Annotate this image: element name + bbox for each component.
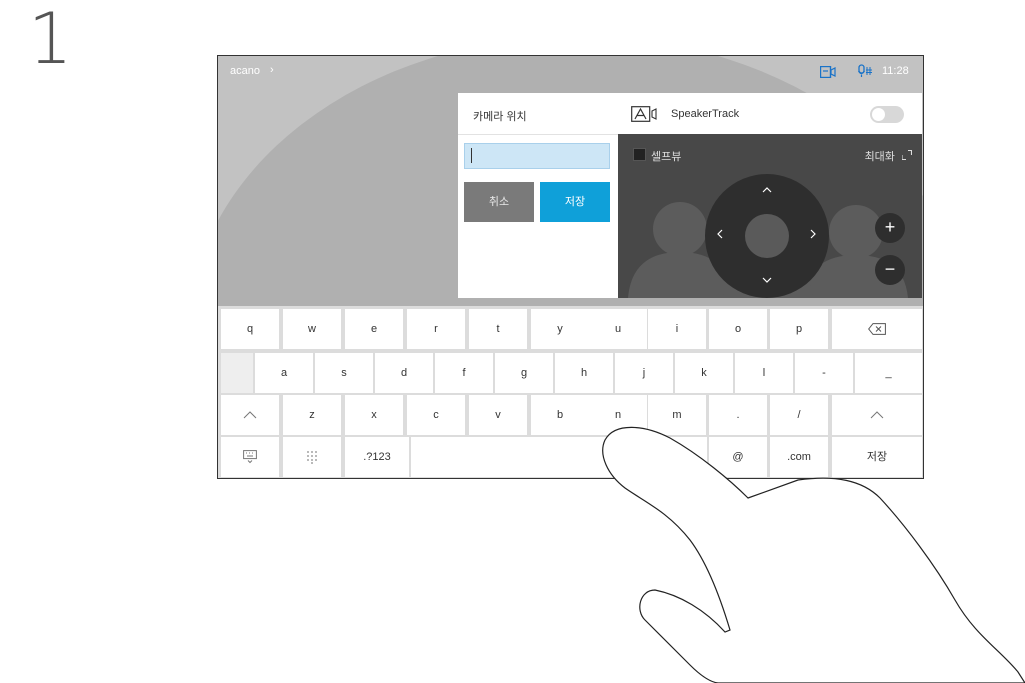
dpad-right-button[interactable] <box>803 228 823 242</box>
maximize-label: 최대화 <box>864 151 895 163</box>
dpad-left-button[interactable] <box>710 228 730 242</box>
backspace-icon <box>868 323 886 335</box>
clock: 11:28 <box>882 65 909 77</box>
toggle-knob <box>872 108 885 121</box>
device-screen: acano › 11:28 카메라 위치 취소 저장 SpeakerTrack … <box>217 55 924 479</box>
key-b[interactable]: b <box>531 395 589 435</box>
zoom-in-button[interactable]: + <box>875 213 905 243</box>
save-button[interactable]: 저장 <box>540 182 610 222</box>
text-caret <box>471 148 472 163</box>
key-j[interactable]: j <box>615 353 673 393</box>
dial-grid-icon <box>307 451 317 464</box>
key-s[interactable]: s <box>315 353 373 393</box>
key-l[interactable]: l <box>735 353 793 393</box>
dpad-up-button[interactable] <box>757 182 777 196</box>
key-slash[interactable]: / <box>770 395 828 435</box>
cancel-button[interactable]: 취소 <box>464 182 534 222</box>
shift-icon <box>243 411 257 419</box>
camera-position-title: 카메라 위치 <box>473 111 527 123</box>
zoom-out-button[interactable]: − <box>875 255 905 285</box>
backspace-key[interactable] <box>832 309 922 349</box>
selfview-label: 셀프뷰 <box>651 151 682 163</box>
key-p[interactable]: p <box>770 309 828 349</box>
key-underscore[interactable]: _ <box>855 353 922 393</box>
camera-position-panel: 카메라 위치 취소 저장 <box>458 93 618 298</box>
key-c[interactable]: c <box>407 395 465 435</box>
key-i[interactable]: i <box>648 309 706 349</box>
brand-label[interactable]: acano <box>230 65 260 77</box>
numbers-key[interactable]: .?123 <box>345 437 409 477</box>
key-k[interactable]: k <box>675 353 733 393</box>
key-f[interactable]: f <box>435 353 493 393</box>
key-at[interactable]: @ <box>709 437 767 477</box>
key-hyphen[interactable]: - <box>795 353 853 393</box>
key-g[interactable]: g <box>495 353 553 393</box>
key-y[interactable]: y <box>531 309 589 349</box>
speakertrack-panel: SpeakerTrack 셀프뷰 최대화 + − <box>618 93 922 298</box>
key-period[interactable]: . <box>709 395 767 435</box>
speakertrack-icon <box>631 106 663 127</box>
speakertrack-header: SpeakerTrack <box>618 93 922 134</box>
key-z[interactable]: z <box>283 395 341 435</box>
status-bar: acano › 11:28 <box>218 56 923 88</box>
key-o[interactable]: o <box>709 309 767 349</box>
speakertrack-label: SpeakerTrack <box>671 108 740 120</box>
shift-key-left[interactable] <box>221 395 279 435</box>
key-n[interactable]: n <box>589 395 647 435</box>
key-e[interactable]: e <box>345 309 403 349</box>
key-m[interactable]: m <box>648 395 706 435</box>
preset-name-input[interactable] <box>464 143 610 169</box>
selfview-checkbox-box[interactable] <box>633 148 646 161</box>
maximize-button[interactable]: 최대화 <box>864 148 913 164</box>
key-a[interactable]: a <box>255 353 313 393</box>
divider <box>458 134 618 135</box>
key-spacer-left <box>221 353 253 393</box>
key-d[interactable]: d <box>375 353 433 393</box>
key-q[interactable]: q <box>221 309 279 349</box>
shift-icon <box>870 411 884 419</box>
key-v[interactable]: v <box>469 395 527 435</box>
onscreen-keyboard: q w e r t y u i o p a s d f g h j k l - … <box>218 306 923 478</box>
chevron-right-icon[interactable]: › <box>270 64 274 76</box>
key-dotcom[interactable]: .com <box>770 437 828 477</box>
dial-key[interactable] <box>283 437 341 477</box>
step-number: 1 <box>28 0 73 80</box>
key-x[interactable]: x <box>345 395 403 435</box>
keyboard-hide-icon <box>243 450 257 464</box>
space-key[interactable] <box>411 437 707 477</box>
dpad-down-button[interactable] <box>757 272 777 286</box>
key-h[interactable]: h <box>555 353 613 393</box>
key-r[interactable]: r <box>407 309 465 349</box>
key-w[interactable]: w <box>283 309 341 349</box>
speakertrack-toggle[interactable] <box>870 106 904 123</box>
dpad-center[interactable] <box>745 214 789 258</box>
maximize-icon[interactable] <box>901 149 913 163</box>
microphone-icon[interactable] <box>857 64 874 83</box>
keyboard-save-key[interactable]: 저장 <box>832 437 922 477</box>
hide-keyboard-key[interactable] <box>221 437 279 477</box>
key-u[interactable]: u <box>589 309 647 349</box>
key-t[interactable]: t <box>469 309 527 349</box>
shift-key-right[interactable] <box>832 395 922 435</box>
camera-dpad <box>705 174 829 298</box>
camera-icon[interactable] <box>819 65 836 83</box>
